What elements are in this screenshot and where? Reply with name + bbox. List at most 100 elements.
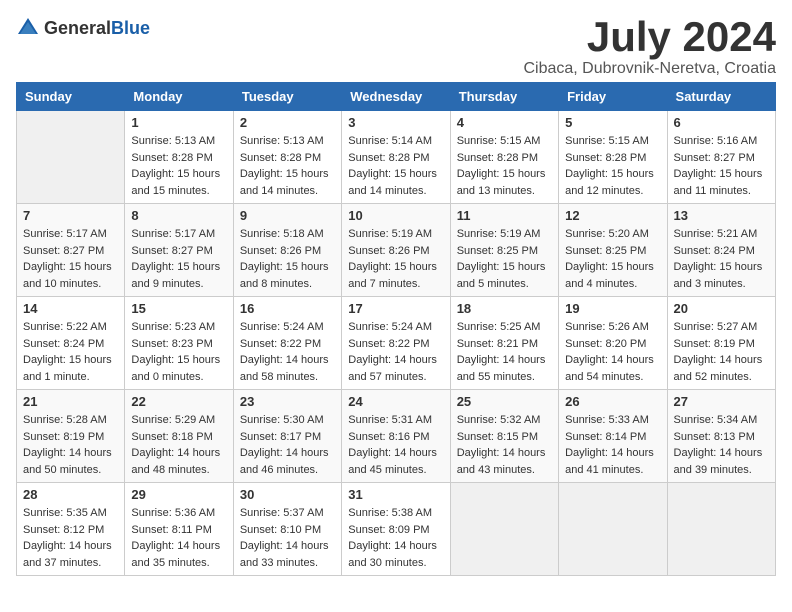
day-number: 10 — [348, 208, 443, 223]
day-number: 12 — [565, 208, 660, 223]
day-info: Sunrise: 5:13 AM Sunset: 8:28 PM Dayligh… — [131, 133, 226, 199]
day-cell: 29 Sunrise: 5:36 AM Sunset: 8:11 PM Dayli… — [125, 483, 233, 576]
day-info: Sunrise: 5:33 AM Sunset: 8:14 PM Dayligh… — [565, 412, 660, 478]
calendar-table: SundayMondayTuesdayWednesdayThursdayFrid… — [16, 82, 776, 576]
day-cell: 23Sunrise: 5:30 AM Sunset: 8:17 PM Dayli… — [233, 390, 341, 483]
day-number: 25 — [457, 394, 552, 409]
day-info: Sunrise: 5:17 AM Sunset: 8:27 PM Dayligh… — [131, 226, 226, 292]
day-cell: 6 Sunrise: 5:16 AM Sunset: 8:27 PM Daylig… — [667, 111, 775, 204]
day-number: 18 — [457, 301, 552, 316]
day-number: 20 — [674, 301, 769, 316]
day-cell: 14 Sunrise: 5:22 AM Sunset: 8:24 PM Dayli… — [17, 297, 125, 390]
day-cell: 28Sunrise: 5:35 AM Sunset: 8:12 PM Dayli… — [17, 483, 125, 576]
day-number: 13 — [674, 208, 769, 223]
day-cell: 19 Sunrise: 5:26 AM Sunset: 8:20 PM Dayli… — [559, 297, 667, 390]
logo: GeneralBlue — [16, 16, 150, 40]
day-cell: 9Sunrise: 5:18 AM Sunset: 8:26 PM Daylig… — [233, 204, 341, 297]
day-cell — [17, 111, 125, 204]
day-number: 27 — [674, 394, 769, 409]
day-info: Sunrise: 5:14 AM Sunset: 8:28 PM Dayligh… — [348, 133, 443, 199]
day-cell: 26Sunrise: 5:33 AM Sunset: 8:14 PM Dayli… — [559, 390, 667, 483]
day-cell: 30 Sunrise: 5:37 AM Sunset: 8:10 PM Dayli… — [233, 483, 341, 576]
day-cell: 2Sunrise: 5:13 AM Sunset: 8:28 PM Daylig… — [233, 111, 341, 204]
day-info: Sunrise: 5:23 AM Sunset: 8:23 PM Dayligh… — [131, 319, 226, 385]
logo-text-blue: Blue — [111, 18, 150, 38]
title-month: July 2024 — [523, 16, 776, 58]
day-info: Sunrise: 5:15 AM Sunset: 8:28 PM Dayligh… — [565, 133, 660, 199]
day-number: 16 — [240, 301, 335, 316]
day-number: 5 — [565, 115, 660, 130]
day-number: 1 — [131, 115, 226, 130]
day-cell: 8 Sunrise: 5:17 AM Sunset: 8:27 PM Daylig… — [125, 204, 233, 297]
day-cell: 16 Sunrise: 5:24 AM Sunset: 8:22 PM Dayli… — [233, 297, 341, 390]
header-cell-monday: Monday — [125, 83, 233, 111]
day-number: 9 — [240, 208, 335, 223]
day-number: 15 — [131, 301, 226, 316]
day-cell: 18 Sunrise: 5:25 AM Sunset: 8:21 PM Dayli… — [450, 297, 558, 390]
week-row-2: 7 Sunrise: 5:17 AM Sunset: 8:27 PM Daylig… — [17, 204, 776, 297]
day-info: Sunrise: 5:13 AM Sunset: 8:28 PM Dayligh… — [240, 133, 335, 199]
day-cell: 31 Sunrise: 5:38 AM Sunset: 8:09 PM Dayli… — [342, 483, 450, 576]
day-info: Sunrise: 5:36 AM Sunset: 8:11 PM Dayligh… — [131, 505, 226, 571]
day-cell: 22Sunrise: 5:29 AM Sunset: 8:18 PM Dayli… — [125, 390, 233, 483]
day-info: Sunrise: 5:24 AM Sunset: 8:22 PM Dayligh… — [240, 319, 335, 385]
day-info: Sunrise: 5:37 AM Sunset: 8:10 PM Dayligh… — [240, 505, 335, 571]
header-row: SundayMondayTuesdayWednesdayThursdayFrid… — [17, 83, 776, 111]
day-cell: 24Sunrise: 5:31 AM Sunset: 8:16 PM Dayli… — [342, 390, 450, 483]
day-cell: 27 Sunrise: 5:34 AM Sunset: 8:13 PM Dayli… — [667, 390, 775, 483]
day-cell: 10Sunrise: 5:19 AM Sunset: 8:26 PM Dayli… — [342, 204, 450, 297]
header-cell-thursday: Thursday — [450, 83, 558, 111]
header-cell-sunday: Sunday — [17, 83, 125, 111]
day-info: Sunrise: 5:34 AM Sunset: 8:13 PM Dayligh… — [674, 412, 769, 478]
day-info: Sunrise: 5:35 AM Sunset: 8:12 PM Dayligh… — [23, 505, 118, 571]
day-number: 24 — [348, 394, 443, 409]
day-info: Sunrise: 5:26 AM Sunset: 8:20 PM Dayligh… — [565, 319, 660, 385]
day-number: 29 — [131, 487, 226, 502]
page-header: GeneralBlue July 2024 Cibaca, Dubrovnik-… — [16, 16, 776, 78]
day-info: Sunrise: 5:22 AM Sunset: 8:24 PM Dayligh… — [23, 319, 118, 385]
day-info: Sunrise: 5:28 AM Sunset: 8:19 PM Dayligh… — [23, 412, 118, 478]
day-cell: 4Sunrise: 5:15 AM Sunset: 8:28 PM Daylig… — [450, 111, 558, 204]
week-row-3: 14 Sunrise: 5:22 AM Sunset: 8:24 PM Dayli… — [17, 297, 776, 390]
day-info: Sunrise: 5:29 AM Sunset: 8:18 PM Dayligh… — [131, 412, 226, 478]
day-cell: 3 Sunrise: 5:14 AM Sunset: 8:28 PM Daylig… — [342, 111, 450, 204]
header-cell-friday: Friday — [559, 83, 667, 111]
day-info: Sunrise: 5:17 AM Sunset: 8:27 PM Dayligh… — [23, 226, 118, 292]
day-cell — [667, 483, 775, 576]
day-number: 7 — [23, 208, 118, 223]
day-info: Sunrise: 5:19 AM Sunset: 8:25 PM Dayligh… — [457, 226, 552, 292]
day-cell: 13 Sunrise: 5:21 AM Sunset: 8:24 PM Dayli… — [667, 204, 775, 297]
day-cell: 1 Sunrise: 5:13 AM Sunset: 8:28 PM Daylig… — [125, 111, 233, 204]
day-info: Sunrise: 5:25 AM Sunset: 8:21 PM Dayligh… — [457, 319, 552, 385]
day-info: Sunrise: 5:15 AM Sunset: 8:28 PM Dayligh… — [457, 133, 552, 199]
day-number: 3 — [348, 115, 443, 130]
day-number: 14 — [23, 301, 118, 316]
day-cell: 20 Sunrise: 5:27 AM Sunset: 8:19 PM Dayli… — [667, 297, 775, 390]
week-row-5: 28Sunrise: 5:35 AM Sunset: 8:12 PM Dayli… — [17, 483, 776, 576]
day-cell: 7 Sunrise: 5:17 AM Sunset: 8:27 PM Daylig… — [17, 204, 125, 297]
day-number: 19 — [565, 301, 660, 316]
title-block: July 2024 Cibaca, Dubrovnik-Neretva, Cro… — [523, 16, 776, 78]
day-info: Sunrise: 5:16 AM Sunset: 8:27 PM Dayligh… — [674, 133, 769, 199]
day-number: 23 — [240, 394, 335, 409]
day-cell: 21 Sunrise: 5:28 AM Sunset: 8:19 PM Dayli… — [17, 390, 125, 483]
day-info: Sunrise: 5:27 AM Sunset: 8:19 PM Dayligh… — [674, 319, 769, 385]
day-number: 21 — [23, 394, 118, 409]
day-cell: 25Sunrise: 5:32 AM Sunset: 8:15 PM Dayli… — [450, 390, 558, 483]
logo-icon — [16, 16, 40, 40]
day-number: 30 — [240, 487, 335, 502]
day-info: Sunrise: 5:38 AM Sunset: 8:09 PM Dayligh… — [348, 505, 443, 571]
day-cell: 5 Sunrise: 5:15 AM Sunset: 8:28 PM Daylig… — [559, 111, 667, 204]
day-number: 31 — [348, 487, 443, 502]
day-number: 6 — [674, 115, 769, 130]
calendar-header: SundayMondayTuesdayWednesdayThursdayFrid… — [17, 83, 776, 111]
day-number: 17 — [348, 301, 443, 316]
header-cell-tuesday: Tuesday — [233, 83, 341, 111]
week-row-1: 1 Sunrise: 5:13 AM Sunset: 8:28 PM Daylig… — [17, 111, 776, 204]
day-cell — [559, 483, 667, 576]
day-cell: 17Sunrise: 5:24 AM Sunset: 8:22 PM Dayli… — [342, 297, 450, 390]
day-cell — [450, 483, 558, 576]
day-cell: 11Sunrise: 5:19 AM Sunset: 8:25 PM Dayli… — [450, 204, 558, 297]
day-info: Sunrise: 5:21 AM Sunset: 8:24 PM Dayligh… — [674, 226, 769, 292]
day-number: 8 — [131, 208, 226, 223]
